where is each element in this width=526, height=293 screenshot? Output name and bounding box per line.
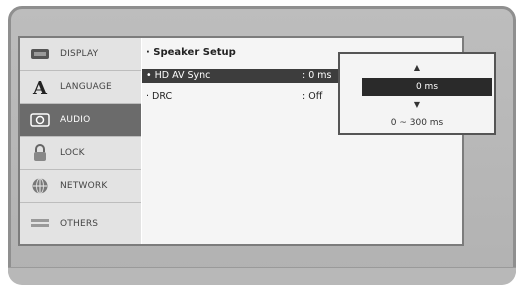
up-arrow-icon[interactable]: ▲	[340, 63, 494, 72]
menu-title: · Speaker Setup	[146, 47, 236, 58]
selected-value: 0 ms	[415, 82, 439, 92]
sidebar-item-language[interactable]: A LANGUAGE	[20, 71, 141, 104]
down-arrow-icon[interactable]: ▼	[340, 100, 494, 109]
bottom-bar	[8, 267, 516, 285]
value-selector[interactable]: 0 ms	[362, 78, 492, 96]
display-icon	[29, 45, 51, 63]
sidebar-item-audio[interactable]: AUDIO	[20, 104, 141, 137]
menu-item-hd-av-sync[interactable]: • HD AV Sync : 0 ms	[142, 69, 342, 83]
sidebar-item-others[interactable]: OTHERS	[20, 203, 141, 244]
setup-sidebar: DISPLAY A LANGUAGE AUDIO LOCK NETWORK OT…	[20, 38, 141, 244]
sidebar-item-label: LOCK	[60, 148, 85, 158]
sidebar-item-label: AUDIO	[60, 115, 91, 125]
lock-icon	[29, 144, 51, 162]
sidebar-item-label: NETWORK	[60, 181, 108, 191]
menu-item-drc[interactable]: · DRC : Off	[142, 90, 342, 104]
value-adjust-popup: ▲ 0 ms ▼ 0 ~ 300 ms	[338, 52, 496, 135]
sidebar-item-label: OTHERS	[60, 218, 99, 229]
menu-item-label: • HD AV Sync	[146, 70, 211, 81]
svg-text:A: A	[32, 78, 48, 96]
value-range: 0 ~ 300 ms	[390, 118, 444, 128]
menu-item-value: : Off	[302, 91, 323, 102]
sidebar-item-label: LANGUAGE	[60, 82, 112, 92]
menu-item-label: · DRC	[146, 91, 173, 102]
language-a-icon: A	[29, 78, 51, 96]
sidebar-item-label: DISPLAY	[60, 49, 99, 59]
audio-speaker-icon	[29, 111, 51, 129]
network-globe-icon	[29, 177, 51, 195]
others-icon	[29, 215, 51, 233]
sidebar-item-network[interactable]: NETWORK	[20, 170, 141, 203]
menu-item-value: : 0 ms	[302, 70, 332, 81]
sidebar-item-lock[interactable]: LOCK	[20, 137, 141, 170]
sidebar-item-display[interactable]: DISPLAY	[20, 38, 141, 71]
